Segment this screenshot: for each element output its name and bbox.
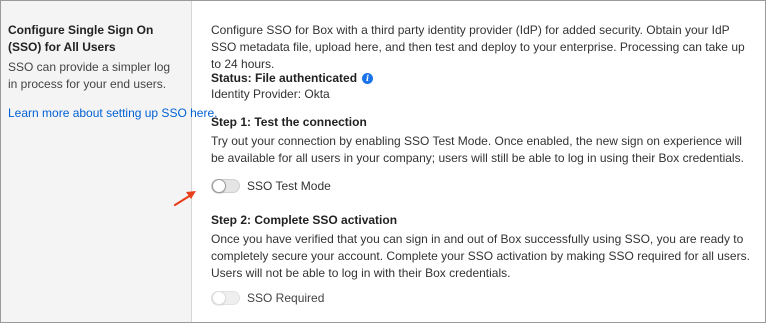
sso-required-toggle[interactable] <box>211 291 240 305</box>
status-label: Status: File authenticated <box>211 71 358 85</box>
annotation-arrow-icon <box>173 191 196 207</box>
sso-required-row: SSO Required <box>211 291 324 305</box>
intro-text: Configure SSO for Box with a third party… <box>211 23 745 71</box>
sso-required-label: SSO Required <box>247 291 325 305</box>
learn-more-link[interactable]: Learn more about setting up SSO here. <box>8 105 217 122</box>
sidebar-description: SSO can provide a simpler log in process… <box>8 60 171 91</box>
sso-test-mode-row: SSO Test Mode <box>211 179 331 193</box>
toggle-knob <box>212 179 226 193</box>
identity-provider: Identity Provider: Okta <box>211 87 330 101</box>
sso-test-mode-label: SSO Test Mode <box>247 179 331 193</box>
step1-heading: Step 1: Test the connection <box>211 115 367 129</box>
step2-heading: Step 2: Complete SSO activation <box>211 213 398 227</box>
sso-test-mode-toggle[interactable] <box>211 179 240 193</box>
sidebar: Configure Single Sign On (SSO) for All U… <box>1 1 217 322</box>
step1-description: Try out your connection by enabling SSO … <box>211 134 744 165</box>
status-row: Status: File authenticated i <box>211 70 374 87</box>
sso-settings-panel: Configure Single Sign On (SSO) for All U… <box>0 0 766 323</box>
info-icon[interactable]: i <box>362 73 374 84</box>
main-content: Configure SSO for Box with a third party… <box>211 1 756 322</box>
step2-description: Once you have verified that you can sign… <box>211 232 750 280</box>
toggle-knob <box>212 291 226 305</box>
sidebar-title: Configure Single Sign On (SSO) for All U… <box>8 23 154 54</box>
